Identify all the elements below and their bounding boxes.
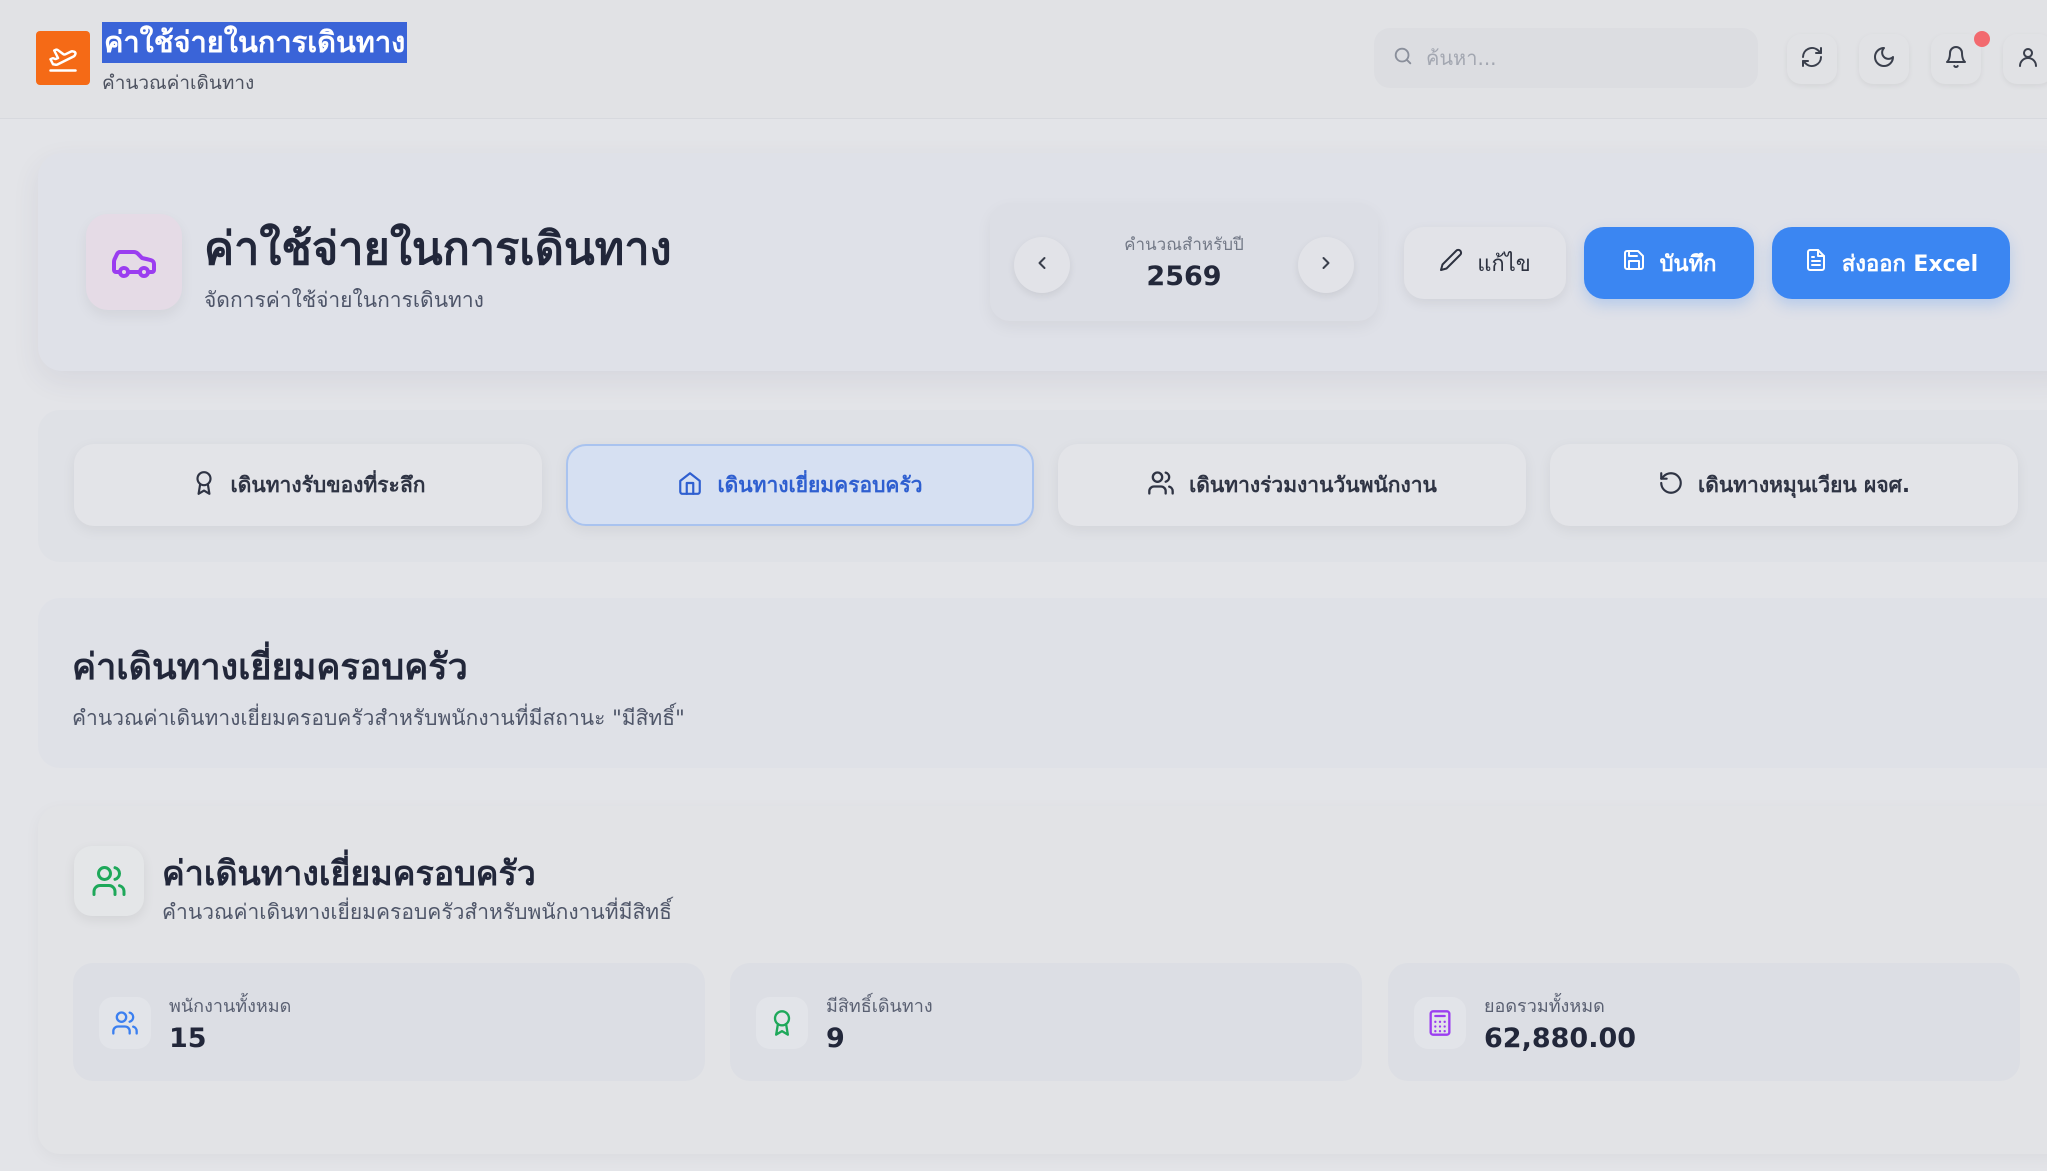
search-icon [1392, 45, 1414, 71]
tab-label: เดินทางหมุนเวียน ผจศ. [1698, 472, 1910, 497]
export-excel-button[interactable]: ส่งออก Excel [1772, 227, 2010, 299]
home-icon [677, 470, 703, 501]
car-icon [86, 214, 182, 310]
refresh-icon [1800, 45, 1824, 73]
user-button[interactable] [2003, 34, 2047, 84]
tab-souvenir-travel[interactable]: เดินทางรับของที่ระลึก [74, 444, 542, 526]
export-label: ส่งออก Excel [1841, 251, 1979, 277]
stat-value: 9 [826, 1023, 845, 1054]
award-icon [756, 997, 808, 1049]
file-text-icon [1804, 248, 1828, 278]
page-subtitle: จัดการค่าใช้จ่ายในการเดินทาง [204, 288, 484, 312]
moon-icon [1872, 45, 1896, 73]
users-icon [1147, 469, 1175, 502]
users-icon [74, 846, 144, 916]
year-selector: คำนวณสำหรับปี 2569 [990, 203, 1378, 321]
notification-dot [1974, 31, 1990, 47]
stat-grand-total: ยอดรวมทั้งหมด 62,880.00 [1388, 963, 2020, 1081]
theme-toggle-button[interactable] [1859, 34, 1909, 84]
save-button[interactable]: บันทึก [1584, 227, 1754, 299]
app-root: ค่าใช้จ่ายในการเดินทาง คำนวณค่าเดินทาง ค… [0, 0, 2047, 1171]
stat-total-employees: พนักงานทั้งหมด 15 [73, 963, 705, 1081]
tab-rotation-travel[interactable]: เดินทางหมุนเวียน ผจศ. [1550, 444, 2018, 526]
tab-family-visit-travel[interactable]: เดินทางเยี่ยมครอบครัว [566, 444, 1034, 526]
next-year-button[interactable] [1298, 237, 1354, 293]
stat-label: ยอดรวมทั้งหมด [1484, 996, 1605, 1017]
section-title: ค่าเดินทางเยี่ยมครอบครัว [72, 647, 468, 688]
app-title: ค่าใช้จ่ายในการเดินทาง [102, 22, 408, 63]
stat-label: มีสิทธิ์เดินทาง [826, 996, 933, 1017]
stat-value: 15 [169, 1023, 207, 1054]
tab-label: เดินทางเยี่ยมครอบครัว [717, 472, 923, 497]
calculator-icon [1414, 997, 1466, 1049]
award-icon [191, 470, 217, 501]
summary-title: ค่าเดินทางเยี่ยมครอบครัว [162, 854, 536, 894]
top-bar: ค่าใช้จ่ายในการเดินทาง คำนวณค่าเดินทาง [0, 0, 2047, 119]
tab-label: เดินทางร่วมงานวันพนักงาน [1189, 472, 1437, 497]
refresh-button[interactable] [1787, 34, 1837, 84]
tab-employee-day-travel[interactable]: เดินทางร่วมงานวันพนักงาน [1058, 444, 1526, 526]
section-description: คำนวณค่าเดินทางเยี่ยมครอบครัวสำหรับพนักง… [72, 706, 685, 730]
edit-label: แก้ไข [1477, 251, 1531, 277]
summary-description: คำนวณค่าเดินทางเยี่ยมครอบครัวสำหรับพนักง… [162, 900, 672, 924]
user-icon [2016, 45, 2040, 73]
users-icon [99, 997, 151, 1049]
save-label: บันทึก [1659, 251, 1717, 277]
bell-icon [1944, 45, 1968, 73]
search-box[interactable] [1374, 28, 1758, 88]
stat-value: 62,880.00 [1484, 1023, 1637, 1054]
plane-takeoff-icon[interactable] [36, 31, 90, 85]
edit-button[interactable]: แก้ไข [1404, 227, 1566, 299]
rotate-ccw-icon [1658, 470, 1684, 501]
search-input[interactable] [1426, 46, 1746, 70]
page-title: ค่าใช้จ่ายในการเดินทาง [204, 222, 672, 275]
stat-eligible: มีสิทธิ์เดินทาง 9 [730, 963, 1362, 1081]
pencil-icon [1439, 248, 1463, 278]
tab-label: เดินทางรับของที่ระลึก [230, 472, 426, 497]
stat-label: พนักงานทั้งหมด [169, 996, 292, 1017]
app-subtitle: คำนวณค่าเดินทาง [102, 72, 255, 94]
chevron-right-icon [1316, 253, 1336, 277]
save-icon [1622, 248, 1646, 278]
